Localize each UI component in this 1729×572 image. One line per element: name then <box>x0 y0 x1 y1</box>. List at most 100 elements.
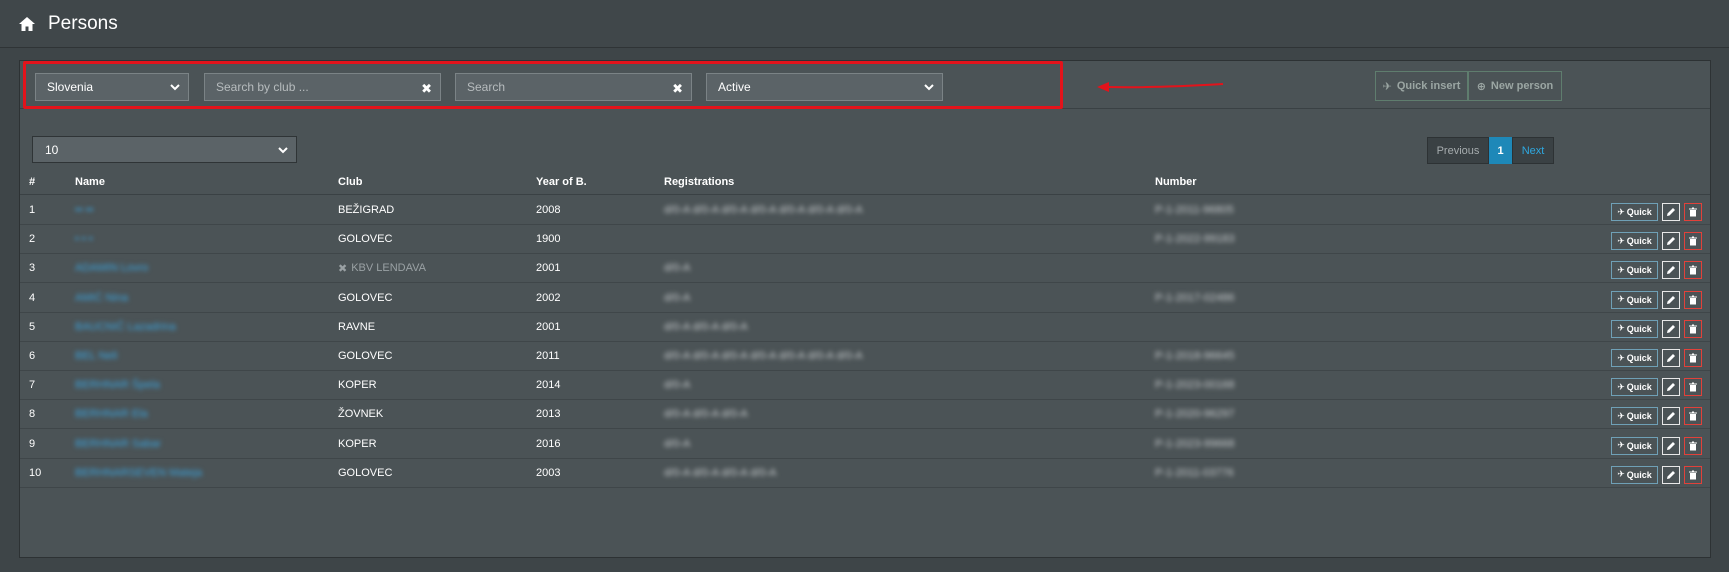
delete-button[interactable] <box>1684 290 1702 309</box>
search-input[interactable]: Search ✖ <box>455 73 692 101</box>
person-name-link[interactable]: ADAMIN Lovro <box>75 254 148 282</box>
edit-button[interactable] <box>1662 319 1680 338</box>
registrations: d/0-A <box>664 291 691 304</box>
edit-button[interactable] <box>1662 407 1680 426</box>
person-name-link[interactable]: BERHNAR Špela <box>75 371 160 399</box>
status-select[interactable]: Active <box>706 73 943 101</box>
pencil-icon <box>1667 295 1675 304</box>
registrations: d/0-A d/0-A d/0-A <box>664 408 748 421</box>
col-year-header[interactable]: Year of B. <box>536 169 587 194</box>
row-index: 9 <box>29 437 36 450</box>
table-row: 8 BERHNAR Ela ŽOVNEK 2013 d/0-A d/0-A d/0-A P… <box>20 400 1710 430</box>
quick-button[interactable]: ✈ Quick <box>1611 349 1658 367</box>
country-select[interactable]: Slovenia <box>35 73 189 101</box>
delete-button[interactable] <box>1684 232 1702 251</box>
col-name-header[interactable]: Name <box>75 169 105 194</box>
quick-button[interactable]: ✈ Quick <box>1611 407 1658 426</box>
person-name-link[interactable]: • • • <box>75 225 93 253</box>
pagination-previous[interactable]: Previous <box>1427 137 1489 164</box>
year-of-birth: 2014 <box>536 379 561 392</box>
quick-button[interactable]: ✈ Quick <box>1611 378 1658 397</box>
person-name-link[interactable]: AMIĆ Nina <box>75 284 128 312</box>
person-name-link[interactable]: BERHNARSEVEN Mateja <box>75 459 202 487</box>
table-row: 9 BERHNAR Sabar KOPER 2016 d/0-A P-1-2023-996… <box>20 430 1710 459</box>
row-actions: ✈ Quick <box>1611 232 1702 251</box>
edit-button[interactable] <box>1662 203 1680 221</box>
delete-button[interactable] <box>1684 465 1702 484</box>
delete-button[interactable] <box>1684 407 1702 426</box>
delete-button[interactable] <box>1684 378 1702 397</box>
quick-label: Quick <box>1626 207 1652 217</box>
edit-button[interactable] <box>1662 261 1680 280</box>
delete-button[interactable] <box>1684 349 1702 367</box>
chevron-down-icon <box>170 84 180 91</box>
person-name-link[interactable]: •• •• <box>75 196 93 224</box>
row-actions: ✈ Quick <box>1611 261 1702 280</box>
person-name-link[interactable]: BAUCNIČ Lazadrina <box>75 313 176 341</box>
table-row: 6 BEL Neli GOLOVEC 2011 d/0-A d/0-A d/0-A d/… <box>20 342 1710 371</box>
table-row: 2 • • • GOLOVEC 1900 P-1-2022-99183 ✈ Quick <box>20 225 1710 255</box>
person-number: P-1-2023-99668 <box>1155 437 1235 450</box>
quick-button[interactable]: ✈ Quick <box>1611 436 1658 455</box>
row-index: 3 <box>29 262 36 275</box>
year-of-birth: 2011 <box>536 350 560 362</box>
quick-button[interactable]: ✈ Quick <box>1611 290 1658 309</box>
quick-button[interactable]: ✈ Quick <box>1611 261 1658 280</box>
quick-button[interactable]: ✈ Quick <box>1611 319 1658 338</box>
quick-button[interactable]: ✈ Quick <box>1611 203 1658 221</box>
pencil-icon <box>1667 383 1675 392</box>
trash-icon <box>1689 382 1697 392</box>
delete-button[interactable] <box>1684 319 1702 338</box>
col-club-header[interactable]: Club <box>338 169 362 194</box>
row-actions: ✈ Quick <box>1611 465 1702 484</box>
edit-button[interactable] <box>1662 290 1680 309</box>
col-registrations-header: Registrations <box>664 175 735 188</box>
row-actions: ✈ Quick <box>1611 203 1702 221</box>
delete-button[interactable] <box>1684 436 1702 455</box>
quick-button[interactable]: ✈ Quick <box>1611 465 1658 484</box>
edit-button[interactable] <box>1662 378 1680 397</box>
club-name: GOLOVEC <box>338 466 393 479</box>
person-number: P-1-2020-96297 <box>1155 408 1235 421</box>
quick-insert-button[interactable]: ✈ Quick insert <box>1375 71 1468 101</box>
person-name-link[interactable]: BEL Neli <box>75 342 117 370</box>
quick-button[interactable]: ✈ Quick <box>1611 232 1658 251</box>
home-icon[interactable] <box>18 16 36 32</box>
pagination-next[interactable]: Next <box>1512 137 1554 164</box>
plane-icon: ✈ <box>1617 264 1625 275</box>
person-name-link[interactable]: BERHNAR Ela <box>75 400 148 428</box>
pencil-icon <box>1667 208 1675 216</box>
person-name-link[interactable]: BERHNAR Sabar <box>75 430 161 458</box>
new-person-button[interactable]: ⊕ New person <box>1468 71 1562 101</box>
persons-panel: Slovenia Search by club ... ✖ Search ✖ A… <box>19 60 1711 558</box>
search-placeholder: Search <box>467 80 506 94</box>
pencil-icon <box>1667 324 1675 333</box>
year-of-birth: 2016 <box>536 437 561 450</box>
edit-button[interactable] <box>1662 436 1680 455</box>
trash-icon <box>1689 411 1697 421</box>
trash-icon <box>1689 265 1697 275</box>
club-search-input[interactable]: Search by club ... ✖ <box>204 73 441 101</box>
edit-button[interactable] <box>1662 465 1680 484</box>
club-name: GOLOVEC <box>338 350 393 362</box>
pagination-page-1[interactable]: 1 <box>1489 137 1512 164</box>
row-actions: ✈ Quick <box>1611 378 1702 397</box>
edit-button[interactable] <box>1662 349 1680 367</box>
clear-search-icon[interactable]: ✖ <box>672 81 683 97</box>
row-index: 6 <box>29 350 36 362</box>
page-size-select[interactable]: 10 <box>32 136 297 163</box>
quick-label: Quick <box>1626 469 1652 480</box>
row-actions: ✈ Quick <box>1611 319 1702 338</box>
club-name: KOPER <box>338 379 377 392</box>
status-select-value: Active <box>718 80 751 94</box>
quick-insert-label: Quick insert <box>1396 80 1461 92</box>
delete-button[interactable] <box>1684 261 1702 280</box>
clear-club-icon[interactable]: ✖ <box>421 81 432 97</box>
chevron-down-icon <box>924 84 934 91</box>
plane-icon: ✈ <box>1617 440 1625 451</box>
edit-button[interactable] <box>1662 232 1680 251</box>
quick-label: Quick <box>1626 294 1652 305</box>
registrations: d/0-A d/0-A d/0-A d/0-A <box>664 466 777 479</box>
quick-label: Quick <box>1626 411 1652 422</box>
delete-button[interactable] <box>1684 203 1702 221</box>
